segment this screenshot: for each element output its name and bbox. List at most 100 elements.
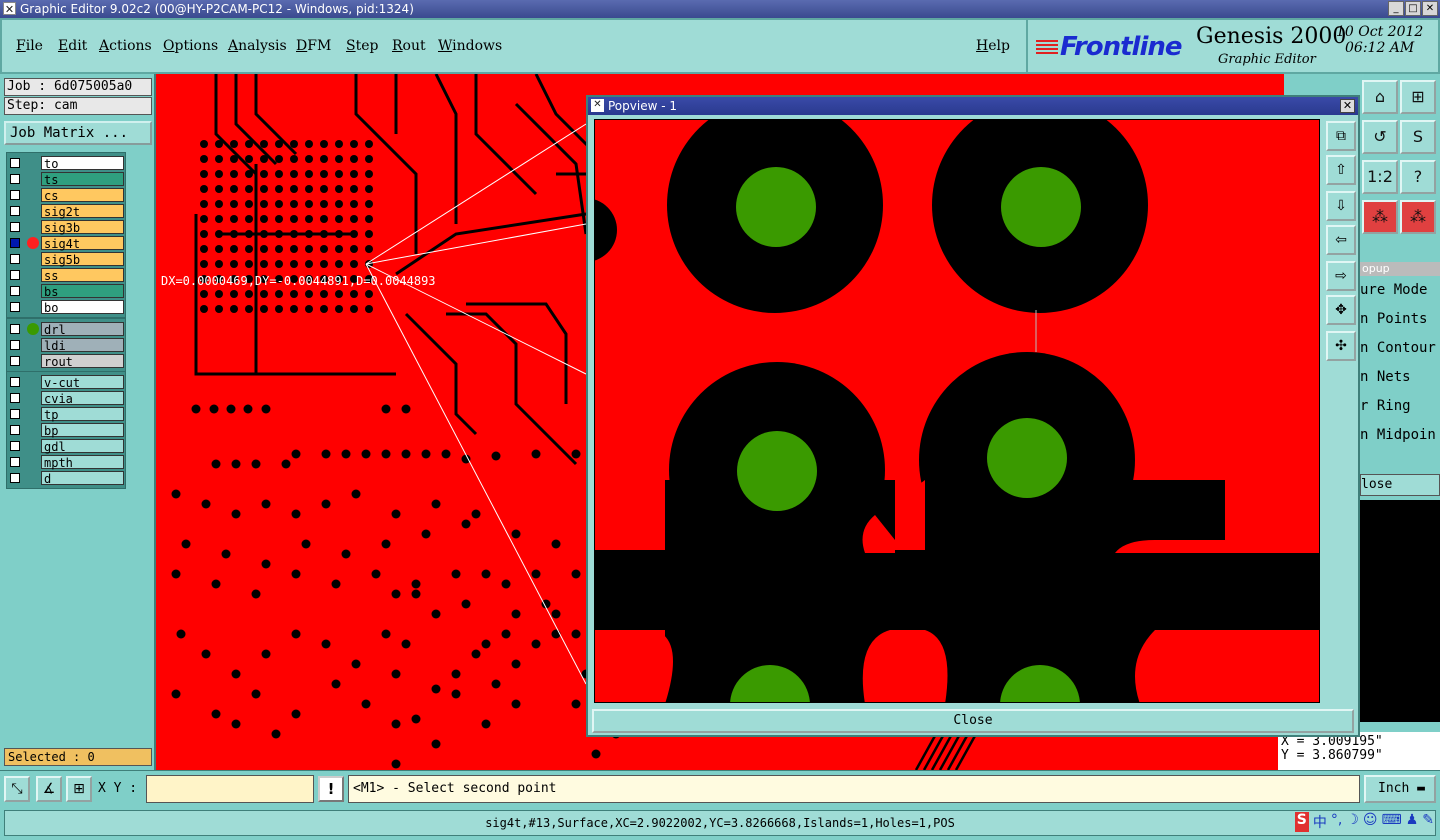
pan-right-icon[interactable]: ⇨ — [1326, 261, 1356, 291]
layer-checkbox[interactable] — [10, 206, 20, 216]
menu-edit[interactable]: Edit — [58, 38, 87, 54]
popview-window[interactable]: ✕ Popview - 1 ✕ ⧉ ⇧ ⇩ ⇦ ⇨ ✥ ✣ Close — [586, 95, 1360, 737]
via — [491, 679, 501, 689]
menu-options[interactable]: Options — [163, 38, 218, 54]
layer-row-v-cut[interactable]: v-cut — [7, 374, 125, 390]
layer-row-ldi[interactable]: ldi — [7, 337, 125, 353]
layer-checkbox[interactable] — [10, 441, 20, 451]
emoji-icon[interactable]: ☺ — [1363, 812, 1378, 832]
close-window-button[interactable]: ✕ — [1422, 1, 1438, 16]
menu-analysis[interactable]: Analysis — [228, 38, 287, 54]
help-icon[interactable]: ? — [1400, 160, 1436, 194]
measure-mode-item[interactable]: ure Mode — [1360, 276, 1440, 305]
keyboard-icon[interactable]: ⌨ — [1381, 812, 1401, 832]
layer-checkbox[interactable] — [10, 393, 20, 403]
warning-button[interactable]: ! — [318, 776, 344, 802]
menu-help[interactable]: Help — [976, 38, 1010, 54]
layer-row-sig3b[interactable]: sig3b — [7, 219, 125, 235]
layer-checkbox[interactable] — [10, 409, 20, 419]
layer-row-tp[interactable]: tp — [7, 406, 125, 422]
menu-step[interactable]: Step — [346, 38, 378, 54]
coord-x: X = 3.009195" — [1281, 734, 1383, 749]
layer-row-ss[interactable]: ss — [7, 267, 125, 283]
menu-file[interactable]: File — [16, 38, 43, 54]
layer-row-mpth[interactable]: mpth — [7, 454, 125, 470]
layer-row-sig5b[interactable]: sig5b — [7, 251, 125, 267]
measure-close-button[interactable]: lose — [1360, 474, 1440, 496]
layer-row-rout[interactable]: rout — [7, 353, 125, 369]
pan-left-icon[interactable]: ⇦ — [1326, 225, 1356, 255]
zoom-home-icon[interactable]: ⇧ — [1326, 155, 1356, 185]
scale-icon[interactable]: 1:2 — [1362, 160, 1398, 194]
measure-nets-item[interactable]: n Nets — [1360, 363, 1440, 392]
layer-row-gdl[interactable]: gdl — [7, 438, 125, 454]
menu-dfm[interactable]: DFM — [296, 38, 331, 54]
layer-row-bo[interactable]: bo — [7, 299, 125, 315]
menu-rout[interactable]: Rout — [392, 38, 426, 54]
layer-checkbox[interactable] — [10, 158, 20, 168]
moon-icon[interactable]: ☽ — [1346, 812, 1359, 832]
measure-midpoint-item[interactable]: n Midpoin — [1360, 421, 1440, 450]
layer-checkbox[interactable] — [10, 174, 20, 184]
layer-checkbox[interactable] — [10, 324, 20, 334]
job-matrix-button[interactable]: Job Matrix ... — [4, 121, 152, 145]
layer-checkbox[interactable] — [10, 254, 20, 264]
window-layout-icon[interactable]: ⊞ — [1400, 80, 1436, 114]
maximize-button[interactable]: □ — [1405, 1, 1421, 16]
measure-angle-icon[interactable]: ∡ — [36, 776, 62, 802]
ime-icon[interactable]: S — [1294, 812, 1309, 832]
layer-checkbox[interactable] — [10, 302, 20, 312]
grid-icon[interactable]: ⊞ — [66, 776, 92, 802]
layer-checkbox[interactable] — [10, 356, 20, 366]
zoom-in-icon[interactable]: ✥ — [1326, 295, 1356, 325]
popview-canvas[interactable] — [594, 119, 1320, 703]
xy-input[interactable] — [146, 775, 314, 803]
popview-zoom-view[interactable] — [595, 120, 1320, 703]
zoom-down-icon[interactable]: ⇩ — [1326, 191, 1356, 221]
trace — [404, 312, 478, 436]
layer-checkbox[interactable] — [10, 425, 20, 435]
popview-close-icon[interactable]: ✕ — [1340, 99, 1355, 113]
home-icon[interactable]: ⌂ — [1362, 80, 1398, 114]
layer-checkbox[interactable] — [10, 270, 20, 280]
popview-close-button[interactable]: Close — [592, 709, 1354, 733]
measure-line-icon[interactable]: ⤡ — [4, 776, 30, 802]
layer-checkbox[interactable] — [10, 457, 20, 467]
layer-row-sig4t[interactable]: sig4t — [7, 235, 125, 251]
chinese-input-icon[interactable]: 中 — [1313, 812, 1327, 832]
measure-contour-item[interactable]: n Contour — [1360, 334, 1440, 363]
layer-row-cs[interactable]: cs — [7, 187, 125, 203]
layer-checkbox[interactable] — [10, 473, 20, 483]
layer-checkbox[interactable] — [10, 238, 20, 248]
net-icon[interactable]: ⁂ — [1362, 200, 1398, 234]
user-icon[interactable]: ♟ — [1406, 812, 1419, 832]
layer-row-drl[interactable]: drl — [7, 321, 125, 337]
measure-ring-item[interactable]: r Ring — [1360, 392, 1440, 421]
layer-row-ts[interactable]: ts — [7, 171, 125, 187]
layer-row-bp[interactable]: bp — [7, 422, 125, 438]
settings-icon[interactable]: ✎ — [1422, 812, 1434, 832]
units-selector[interactable]: Inch ▬ — [1364, 775, 1436, 803]
layer-row-cvia[interactable]: cvia — [7, 390, 125, 406]
punctuation-icon[interactable]: °, — [1331, 812, 1342, 832]
layer-checkbox[interactable] — [10, 190, 20, 200]
layer-checkbox[interactable] — [10, 286, 20, 296]
net-select-icon[interactable]: ⁂ — [1400, 200, 1436, 234]
layer-row-to[interactable]: to — [7, 155, 125, 171]
layer-checkbox[interactable] — [10, 340, 20, 350]
popview-titlebar[interactable]: ✕ Popview - 1 ✕ — [588, 97, 1358, 115]
minimize-button[interactable]: _ — [1388, 1, 1404, 16]
layer-row-sig2t[interactable]: sig2t — [7, 203, 125, 219]
zoom-out-icon[interactable]: ✣ — [1326, 331, 1356, 361]
menu-actions[interactable]: Actions — [99, 38, 152, 54]
layer-row-bs[interactable]: bs — [7, 283, 125, 299]
menu-windows[interactable]: Windows — [438, 38, 502, 54]
snap-icon[interactable]: S — [1400, 120, 1436, 154]
layer-row-d[interactable]: d — [7, 470, 125, 486]
measure-points-item[interactable]: n Points — [1360, 305, 1440, 334]
fit-icon[interactable]: ⧉ — [1326, 121, 1356, 151]
pad — [275, 170, 283, 178]
flip-icon[interactable]: ↺ — [1362, 120, 1398, 154]
layer-checkbox[interactable] — [10, 377, 20, 387]
layer-checkbox[interactable] — [10, 222, 20, 232]
